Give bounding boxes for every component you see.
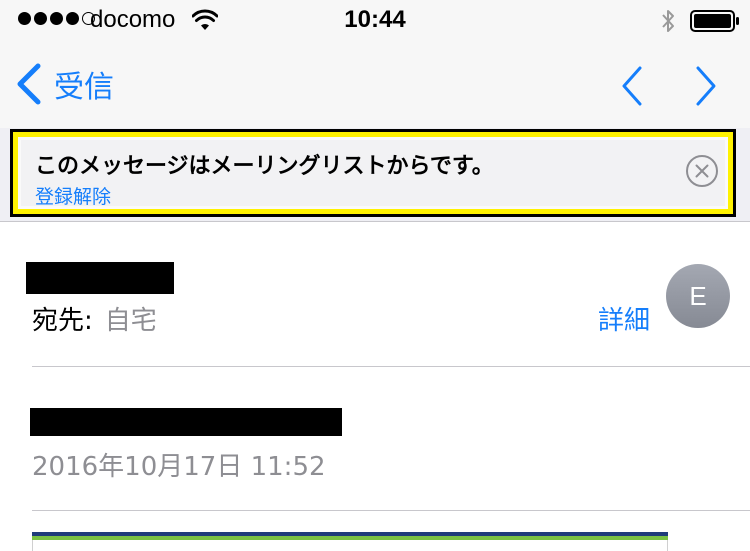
details-button[interactable]: 詳細 (598, 300, 650, 337)
header-divider (32, 366, 750, 367)
status-time: 10:44 (344, 6, 406, 33)
recipient-row: 宛先: 自宅 (32, 300, 157, 337)
mail-message-screen: docomo 10:44 受信 このメッセージはメーリングリストからです。 登録… (0, 0, 750, 551)
banner-content: このメッセージはメーリングリストからです。 登録解除 (21, 140, 725, 209)
subject-redacted (30, 408, 342, 436)
recipient-value[interactable]: 自宅 (105, 306, 157, 336)
subject-divider (32, 510, 750, 511)
bluetooth-icon (662, 10, 674, 32)
navigation-bar: 受信 (0, 40, 750, 128)
close-circle-icon[interactable] (685, 154, 719, 188)
to-label: 宛先: (32, 306, 93, 336)
mailing-list-message: このメッセージはメーリングリストからです。 (35, 154, 494, 179)
body-content-area (32, 540, 668, 551)
chevron-left-icon (17, 63, 41, 105)
message-date: 2016年10月17日 11:52 (32, 452, 326, 482)
message-body-preview (32, 532, 668, 551)
battery-icon (690, 10, 739, 32)
back-button-label: 受信 (54, 70, 114, 105)
status-bar: docomo 10:44 (0, 0, 750, 40)
mailing-list-banner: このメッセージはメーリングリストからです。 登録解除 (0, 128, 750, 222)
sender-avatar[interactable]: E (666, 264, 730, 328)
unsubscribe-link[interactable]: 登録解除 (35, 182, 111, 209)
highlight-frame: このメッセージはメーリングリストからです。 登録解除 (10, 129, 736, 217)
back-to-inbox-button[interactable]: 受信 (14, 62, 114, 106)
previous-message-button[interactable] (616, 64, 648, 108)
next-message-button[interactable] (690, 64, 722, 108)
sender-name-redacted[interactable] (26, 262, 174, 294)
